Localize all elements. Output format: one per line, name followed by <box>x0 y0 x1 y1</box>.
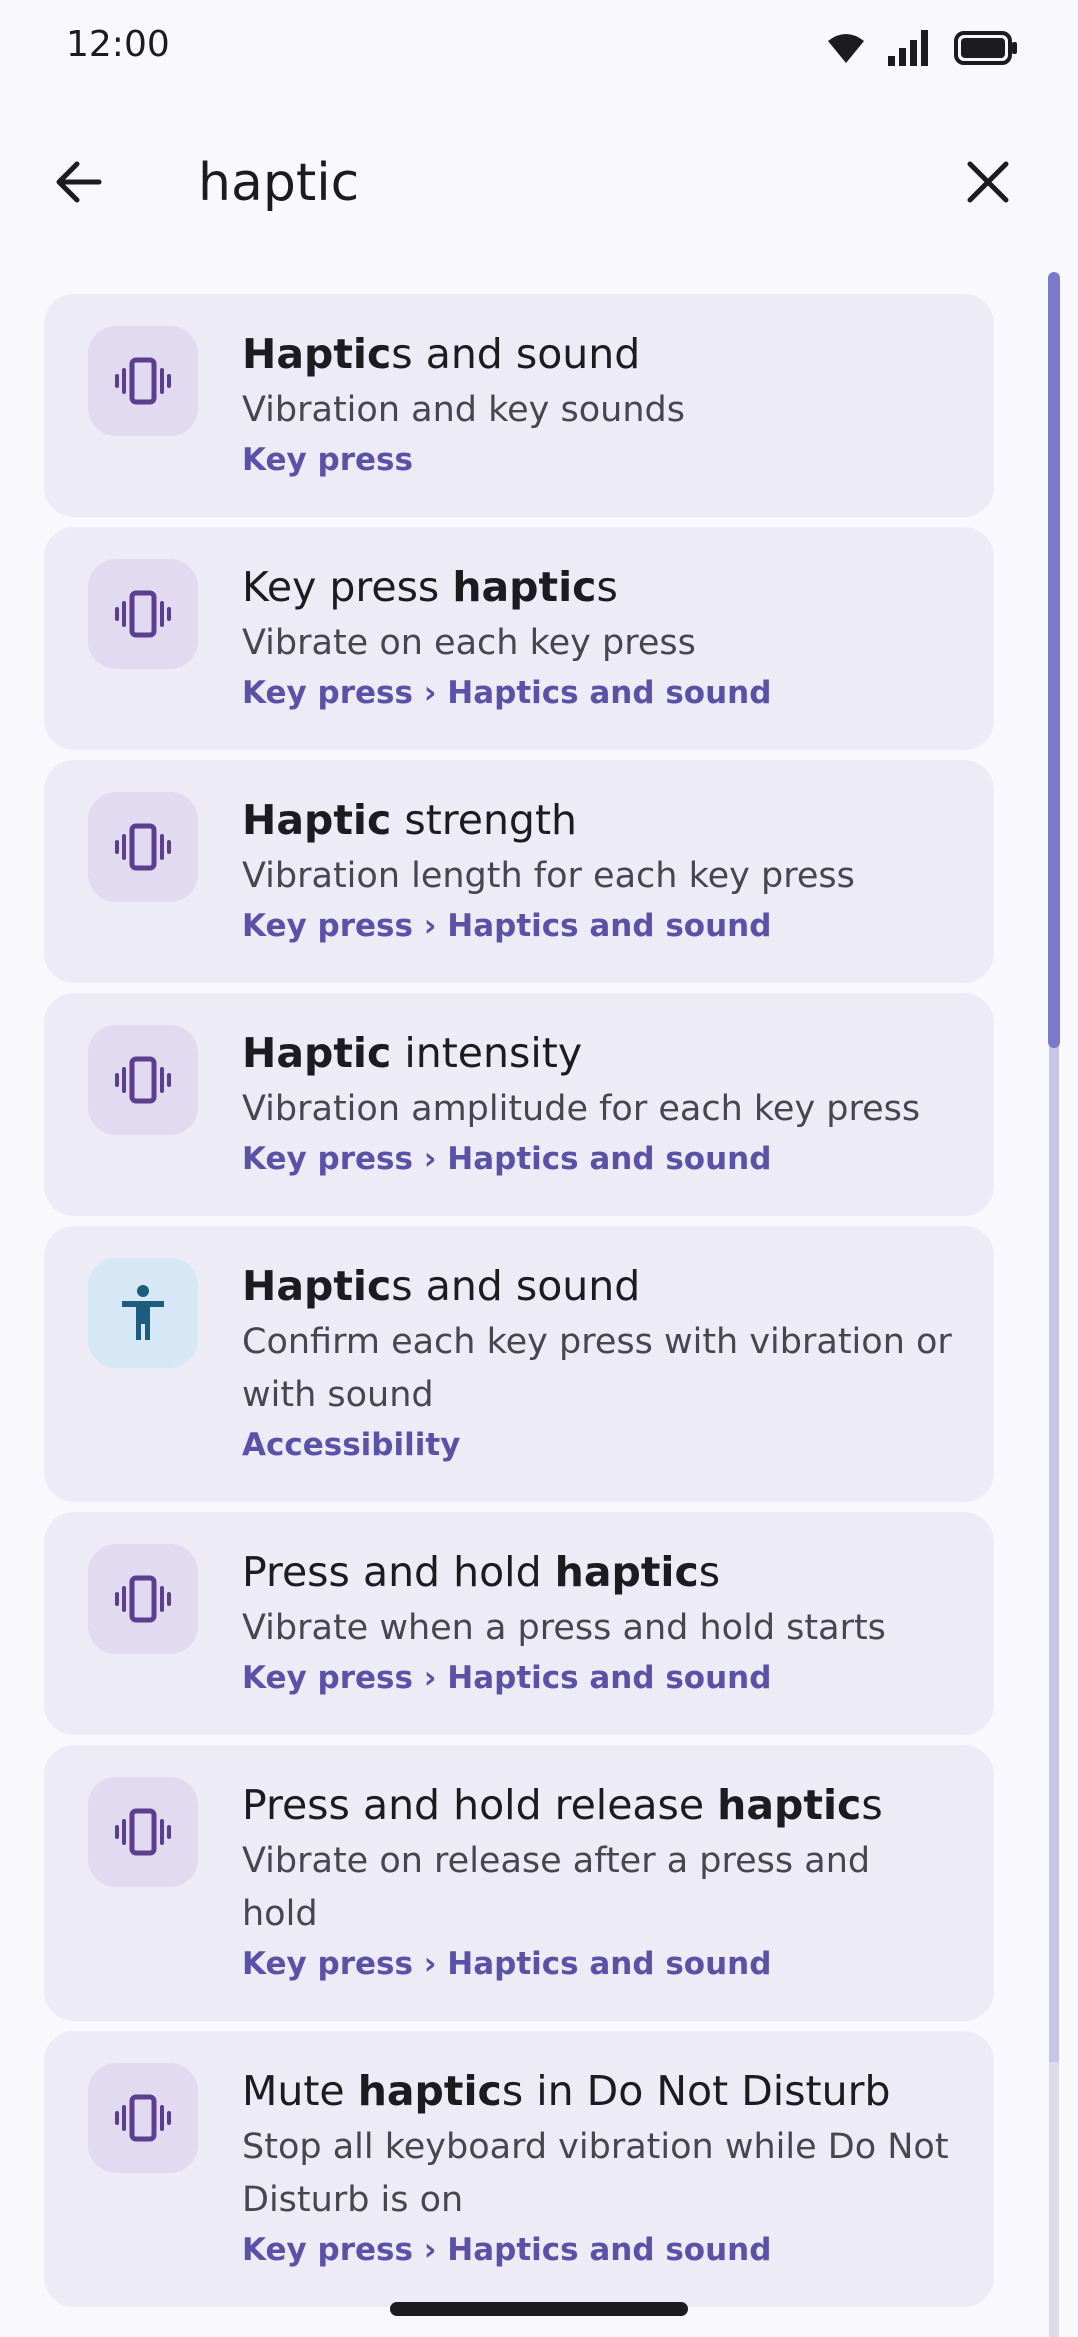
scrollbar-thumb[interactable] <box>1048 272 1060 1048</box>
result-breadcrumb: Key press › Haptics and sound <box>242 2232 772 2268</box>
vibration-icon <box>88 1777 198 1887</box>
result-title-match: haptic <box>554 1548 699 1596</box>
result-title-pre: Press and hold <box>242 1548 555 1596</box>
search-result-item[interactable]: Haptic intensity Vibration amplitude for … <box>44 993 994 1216</box>
search-result-item[interactable]: Key press haptics Vibrate on each key pre… <box>44 527 994 750</box>
result-breadcrumb: Accessibility <box>242 1427 461 1463</box>
close-icon <box>967 161 1009 203</box>
home-indicator[interactable] <box>390 2302 688 2316</box>
result-summary: Vibrate on each key press <box>242 623 696 663</box>
result-title: Haptics and sound <box>242 1262 954 1310</box>
result-title-pre: Key press <box>242 563 453 611</box>
search-result-item[interactable]: Haptics and sound Vibration and key sound… <box>44 294 994 517</box>
result-title-pre: Press and hold release <box>242 1781 718 1829</box>
result-title-match: haptic <box>452 563 597 611</box>
vibration-icon <box>88 1025 198 1135</box>
result-title: Press and hold haptics <box>242 1548 954 1596</box>
result-title-post: strength <box>391 796 578 844</box>
result-title: Key press haptics <box>242 563 954 611</box>
status-time: 12:00 <box>66 24 170 65</box>
scrollbar-track-end <box>1049 2062 1059 2337</box>
status-bar: 12:00 <box>0 0 1078 96</box>
result-breadcrumb: Key press <box>242 442 413 478</box>
arrow-back-icon <box>56 161 102 203</box>
search-bar <box>0 120 1078 250</box>
result-breadcrumb: Key press › Haptics and sound <box>242 1141 772 1177</box>
result-title-post: s and sound <box>391 330 641 378</box>
result-breadcrumb: Key press › Haptics and sound <box>242 1946 772 1982</box>
result-title-pre: Mute <box>242 2067 358 2115</box>
result-title-post: s in Do Not Disturb <box>501 2067 891 2115</box>
result-summary: Vibration and key sounds <box>242 390 685 430</box>
result-breadcrumb: Key press › Haptics and sound <box>242 675 772 711</box>
result-summary: Vibrate when a press and hold starts <box>242 1608 886 1648</box>
result-title-match: Haptic <box>242 330 392 378</box>
vibration-icon <box>88 2063 198 2173</box>
status-icons <box>826 30 1018 66</box>
result-summary: Confirm each key press with vibration or… <box>242 1322 952 1415</box>
result-breadcrumb: Key press › Haptics and sound <box>242 908 772 944</box>
result-title-match: haptic <box>717 1781 862 1829</box>
result-summary: Vibration amplitude for each key press <box>242 1089 921 1129</box>
search-result-item[interactable]: Press and hold release haptics Vibrate on… <box>44 1745 994 2021</box>
search-result-item[interactable]: Haptic strength Vibration length for each… <box>44 760 994 983</box>
vibration-icon <box>88 559 198 669</box>
result-title: Mute haptics in Do Not Disturb <box>242 2067 954 2115</box>
cellular-signal-icon <box>888 30 928 66</box>
result-breadcrumb: Key press › Haptics and sound <box>242 1660 772 1696</box>
result-title: Haptic strength <box>242 796 954 844</box>
result-title-post: s <box>861 1781 883 1829</box>
result-title-post: s <box>698 1548 721 1596</box>
clear-search-button[interactable] <box>950 144 1026 220</box>
result-summary: Vibration length for each key press <box>242 856 855 896</box>
result-title-match: Haptic <box>242 1029 392 1077</box>
search-result-item[interactable]: Haptics and sound Confirm each key press … <box>44 1226 994 1502</box>
result-title-post: s and sound <box>391 1262 641 1310</box>
result-title: Haptics and sound <box>242 330 954 378</box>
search-results-list: Haptics and sound Vibration and key sound… <box>44 294 994 2317</box>
search-result-item[interactable]: Mute haptics in Do Not Disturb Stop all k… <box>44 2031 994 2307</box>
result-title-post: s <box>596 563 618 611</box>
wifi-icon <box>828 34 864 63</box>
result-summary: Vibrate on release after a press and hol… <box>242 1841 871 1934</box>
vibration-icon <box>88 1544 198 1654</box>
result-title-match: Haptic <box>242 796 392 844</box>
vibration-icon <box>88 326 198 436</box>
search-result-item[interactable]: Press and hold haptics Vibrate when a pre… <box>44 1512 994 1735</box>
result-title: Press and hold release haptics <box>242 1781 954 1829</box>
battery-icon <box>954 31 1017 65</box>
vibration-icon <box>88 792 198 902</box>
back-button[interactable] <box>40 144 116 220</box>
result-summary: Stop all keyboard vibration while Do Not… <box>242 2127 949 2220</box>
result-title-post: intensity <box>391 1029 583 1077</box>
result-title: Haptic intensity <box>242 1029 954 1077</box>
search-input[interactable] <box>198 138 918 228</box>
result-title-match: haptic <box>357 2067 502 2115</box>
accessibility-icon <box>88 1258 198 1368</box>
result-title-match: Haptic <box>242 1262 392 1310</box>
